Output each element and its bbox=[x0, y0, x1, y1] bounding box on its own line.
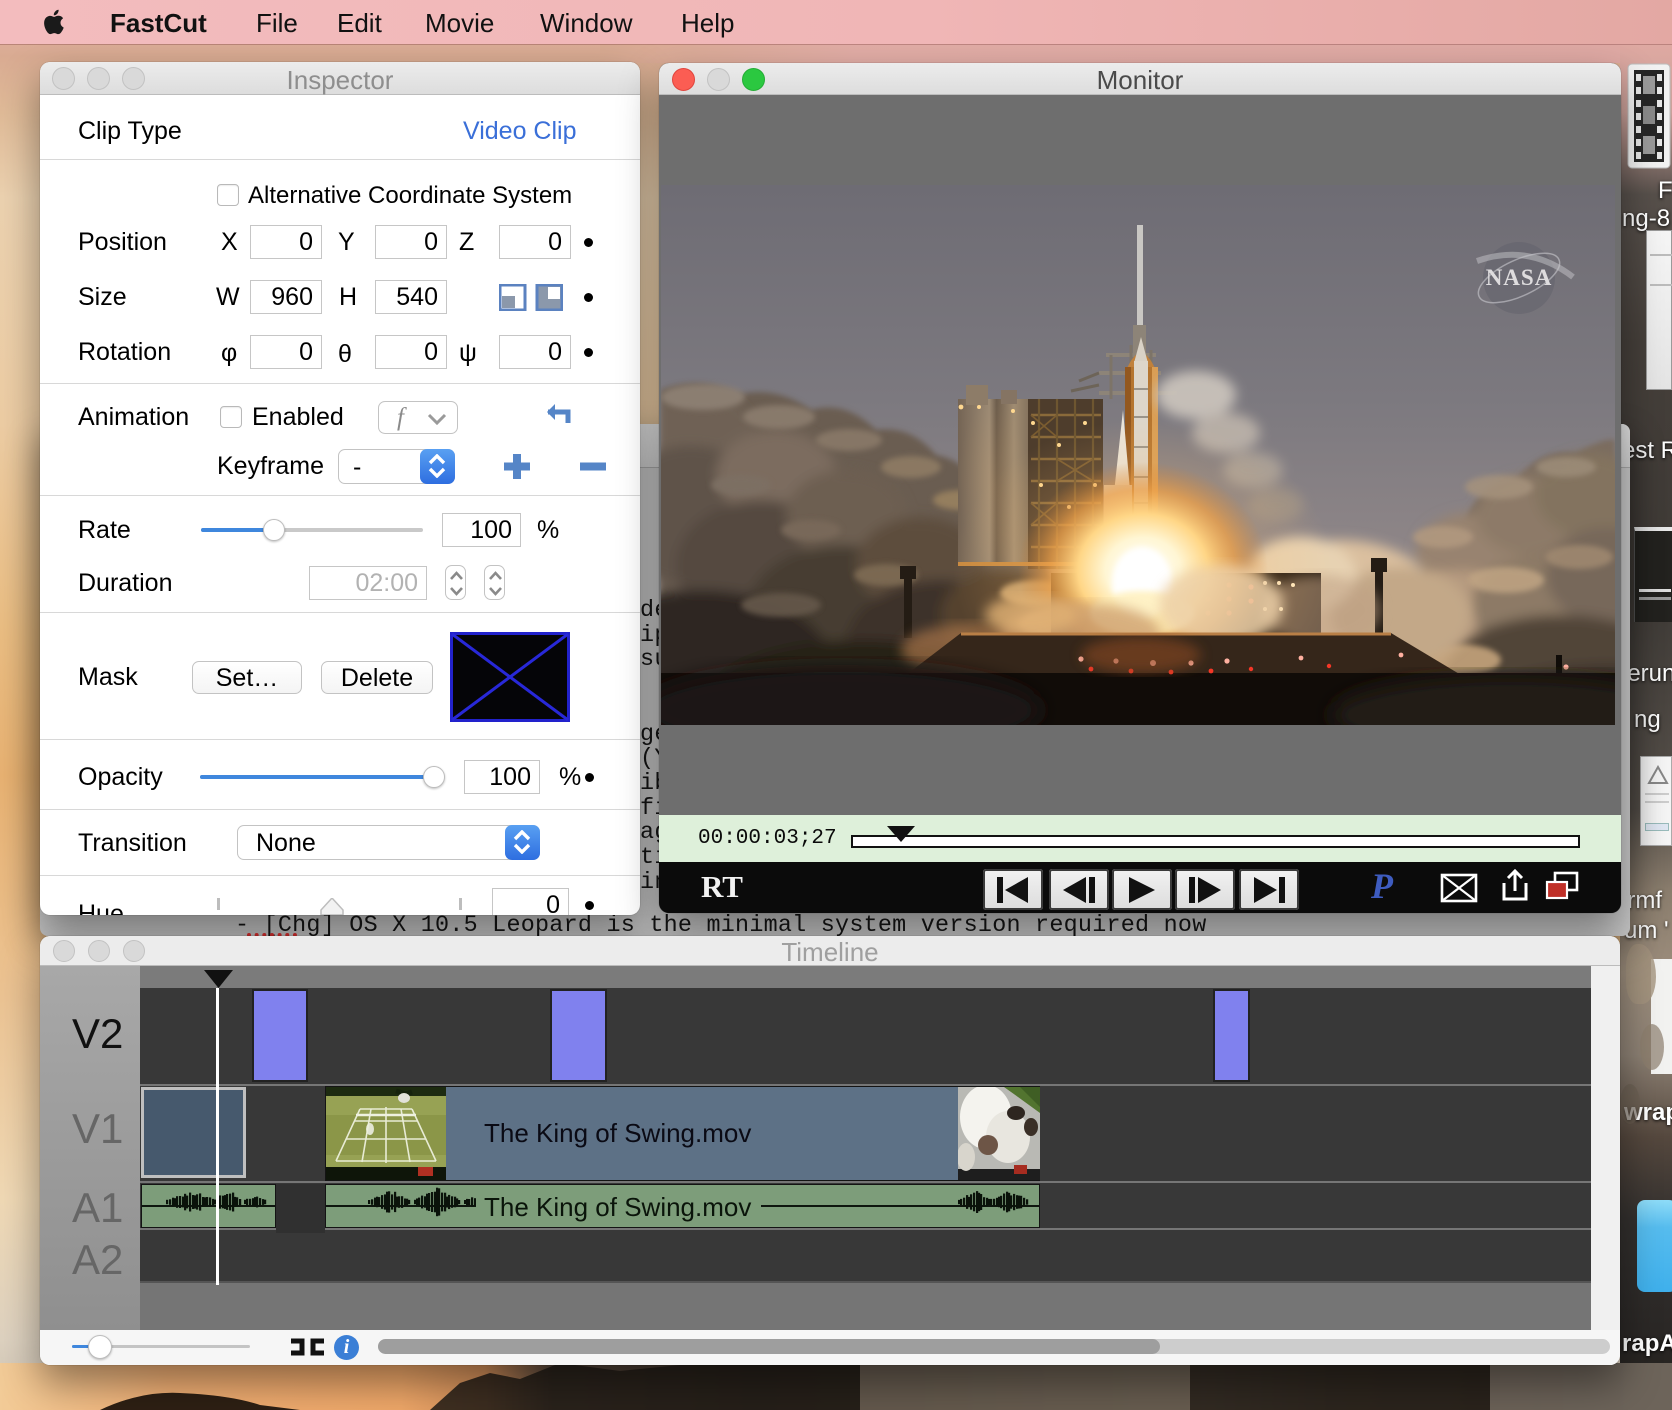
svg-text:NASA: NASA bbox=[1486, 265, 1553, 290]
